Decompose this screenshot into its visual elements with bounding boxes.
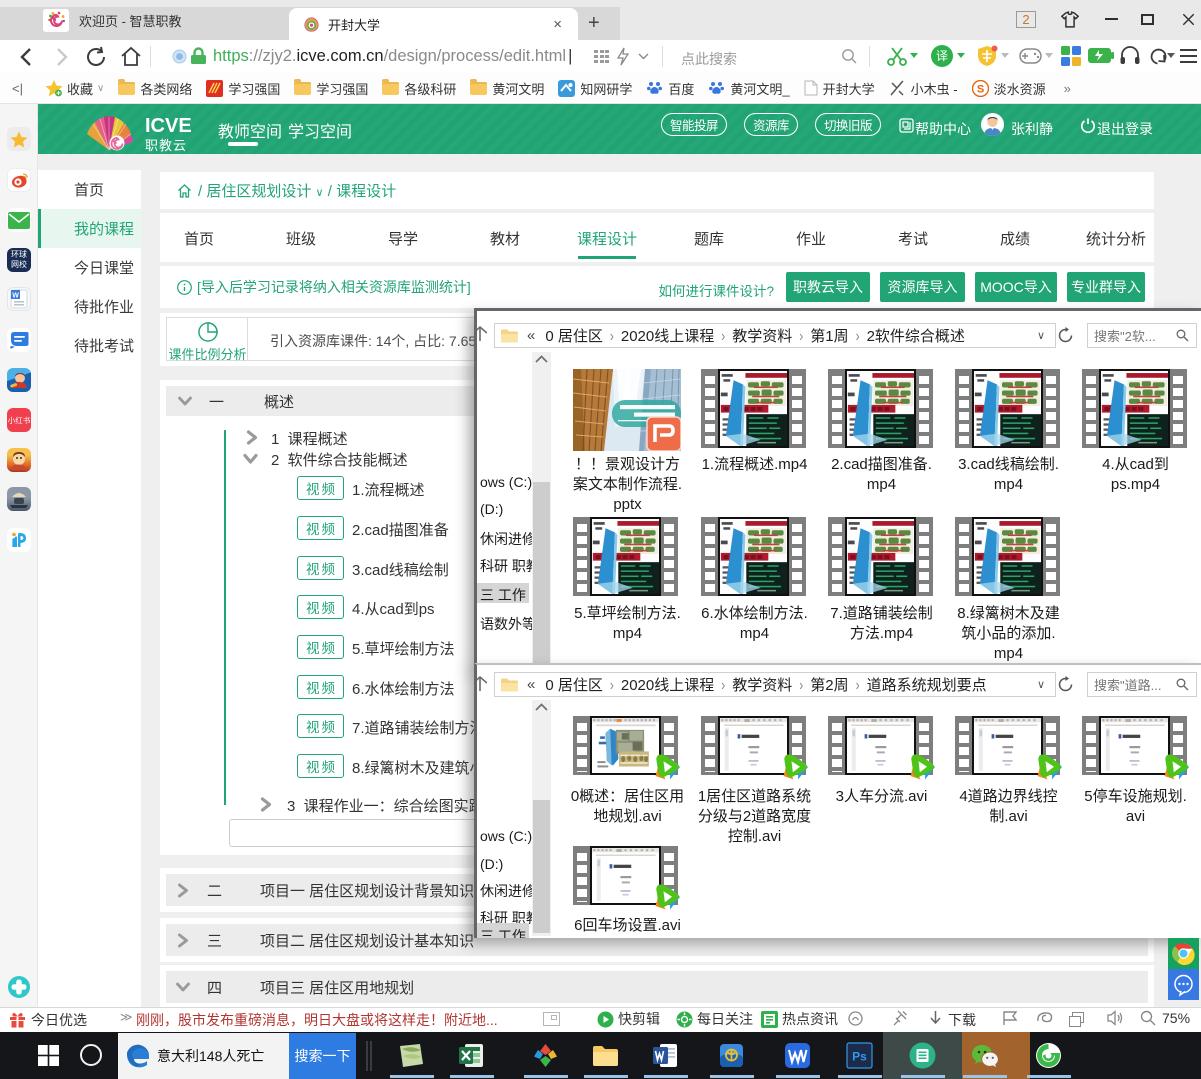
svg-text:Ps: Ps	[852, 1050, 867, 1064]
svg-text:S: S	[976, 83, 983, 95]
svg-text:W: W	[12, 293, 19, 300]
